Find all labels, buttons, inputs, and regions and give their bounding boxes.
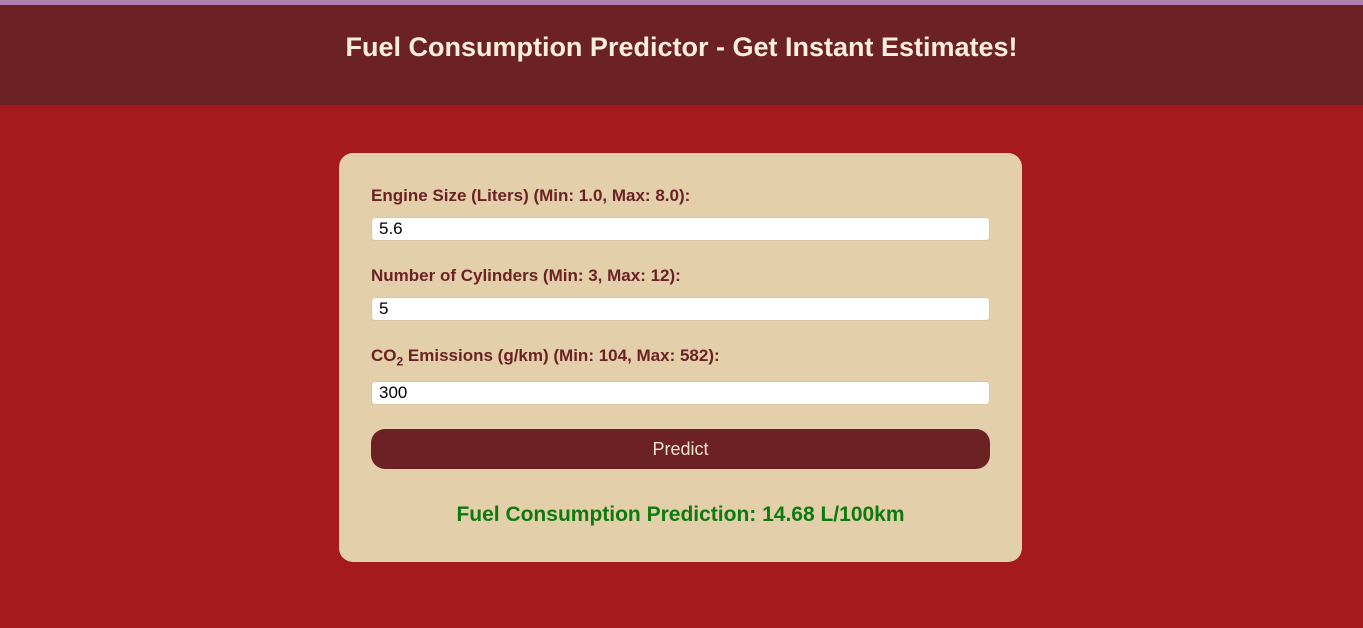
cylinders-label: Number of Cylinders (Min: 3, Max: 12): bbox=[371, 266, 681, 285]
co2-label-prefix: CO bbox=[371, 346, 397, 365]
engine-size-label: Engine Size (Liters) (Min: 1.0, Max: 8.0… bbox=[371, 186, 691, 205]
page-header: Fuel Consumption Predictor - Get Instant… bbox=[0, 5, 1363, 105]
prediction-form-card: Engine Size (Liters) (Min: 1.0, Max: 8.0… bbox=[339, 153, 1022, 562]
engine-size-input[interactable]: 5.6 bbox=[371, 217, 990, 241]
predict-button[interactable]: Predict bbox=[371, 429, 990, 469]
cylinders-input[interactable]: 5 bbox=[371, 297, 990, 321]
page-title: Fuel Consumption Predictor - Get Instant… bbox=[345, 32, 1018, 62]
co2-emissions-input[interactable]: 300 bbox=[371, 381, 990, 405]
co2-label-suffix: Emissions (g/km) (Min: 104, Max: 582): bbox=[403, 346, 720, 365]
co2-emissions-label: CO2 Emissions (g/km) (Min: 104, Max: 582… bbox=[371, 346, 720, 368]
prediction-result: Fuel Consumption Prediction: 14.68 L/100… bbox=[456, 503, 905, 526]
